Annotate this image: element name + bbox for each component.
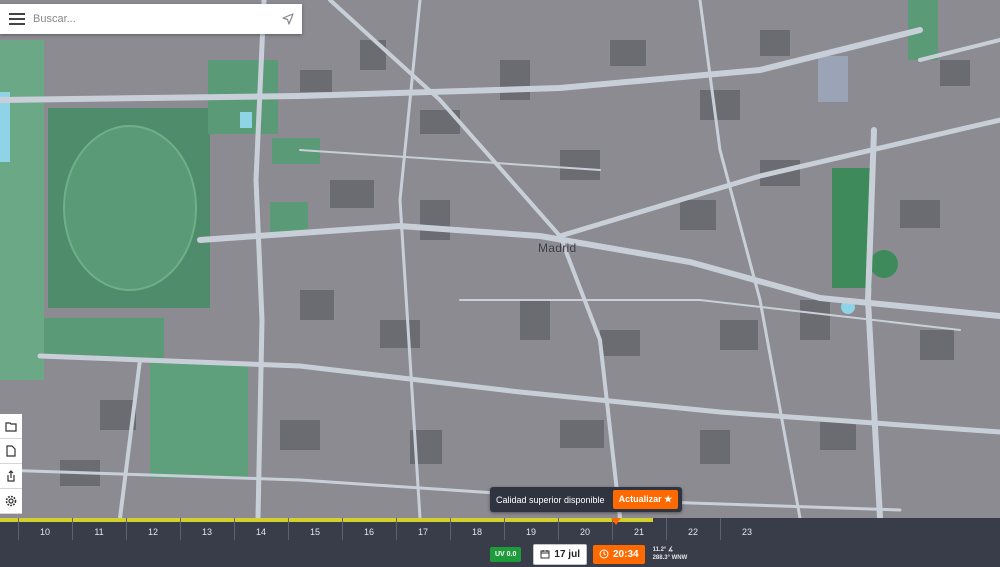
share-icon[interactable] (0, 464, 22, 489)
location-arrow-icon[interactable] (274, 5, 302, 33)
file-icon[interactable] (0, 439, 22, 464)
timeline-hour-label: 17 (417, 527, 428, 537)
city-label: Madrid (538, 241, 577, 255)
timeline-controls: UV 0.0 17 jul 20:34 11.2° ∡ 288.3° WNW (490, 543, 688, 565)
sun-azimuth: 288.3° WNW (652, 555, 688, 561)
date-picker[interactable]: 17 jul (533, 543, 587, 565)
timeline-track[interactable]: 10 11 12 13 14 15 16 17 18 19 20 21 22 23 (0, 518, 1000, 540)
sun-position-readout: 11.2° ∡ 288.3° WNW (653, 546, 688, 562)
timeline-hour-label: 10 (39, 527, 50, 537)
quality-notice-message: Calidad superior disponible (496, 494, 605, 505)
folder-open-icon[interactable] (0, 414, 22, 439)
menu-icon[interactable] (9, 13, 25, 25)
timeline-progress (0, 518, 653, 522)
timeline-hour-label: 22 (687, 527, 698, 537)
map-canvas[interactable] (0, 0, 1000, 518)
timeline-hour-label: 23 (741, 527, 752, 537)
date-label: 17 jul (554, 548, 580, 560)
time-picker[interactable]: 20:34 (592, 544, 645, 564)
timeline-hour-label: 19 (525, 527, 536, 537)
timeline-hour-label: 18 (471, 527, 482, 537)
settings-icon[interactable] (0, 489, 22, 514)
timeline-panel: 10 11 12 13 14 15 16 17 18 19 20 21 22 23 UV 0.0 17 j… (0, 518, 1000, 567)
timeline-hour-label: 11 (94, 527, 104, 537)
search-bar (0, 4, 302, 34)
calendar-icon (540, 550, 550, 559)
uv-index-badge: UV 0.0 (490, 546, 522, 562)
search-input[interactable] (33, 13, 274, 25)
timeline-hour-label: 13 (201, 527, 212, 537)
update-button[interactable]: Actualizar ★ (612, 490, 679, 509)
timeline-hour-label: 15 (309, 527, 320, 537)
timeline-hour-label: 14 (255, 527, 266, 537)
timeline-hour-label: 12 (147, 527, 158, 537)
timeline-hour-label: 16 (363, 527, 374, 537)
sun-altitude: 11.2° ∡ (652, 547, 674, 553)
quality-notice: Calidad superior disponible Actualizar ★ (490, 487, 683, 512)
current-time-marker[interactable] (610, 518, 621, 525)
timeline-hour-label: 21 (633, 527, 644, 537)
time-label: 20:34 (612, 548, 639, 560)
sidebar-toolbar (0, 414, 22, 514)
clock-icon (599, 549, 609, 559)
timeline-hour-label: 20 (579, 527, 590, 537)
